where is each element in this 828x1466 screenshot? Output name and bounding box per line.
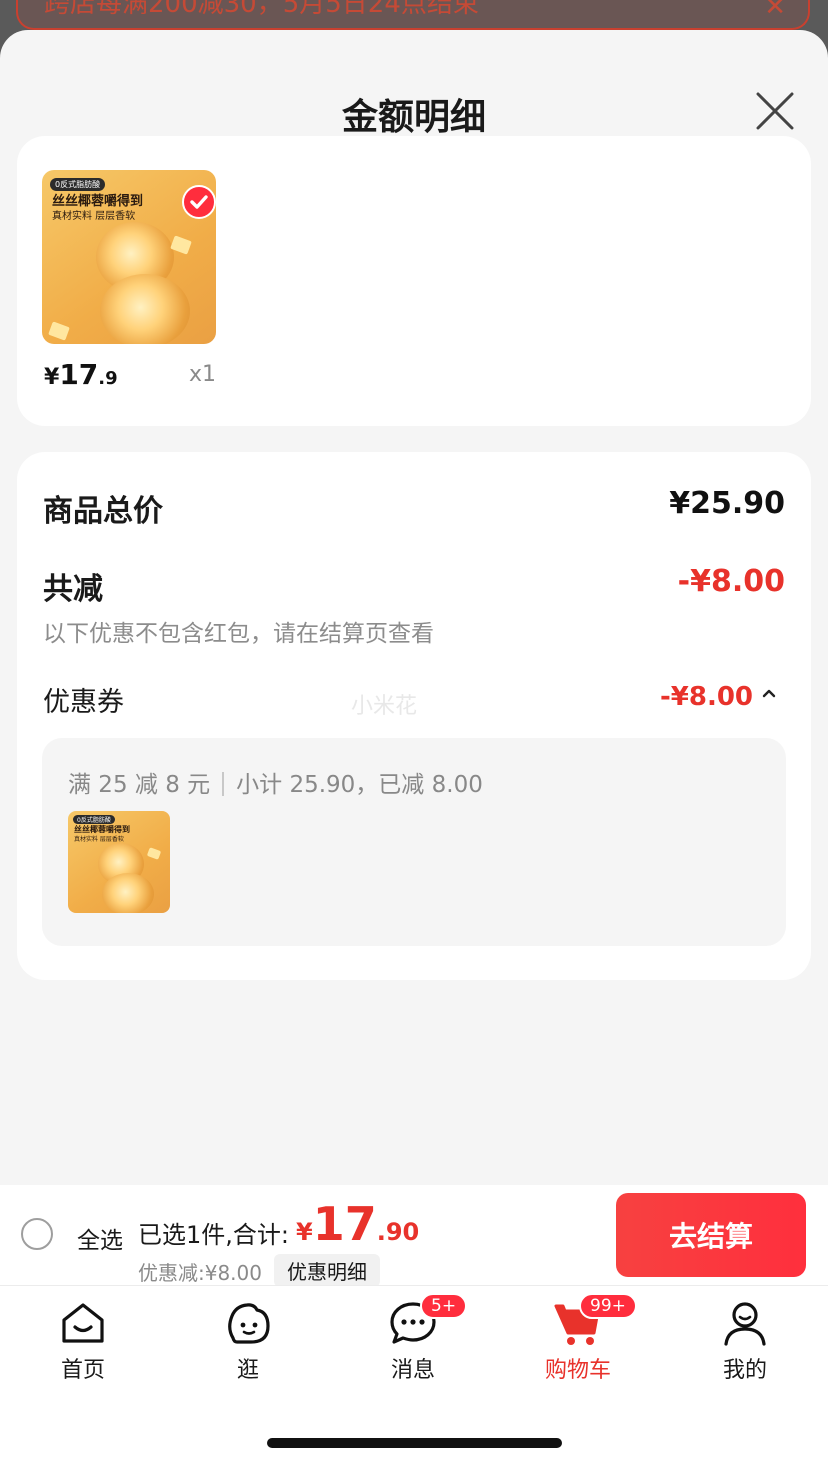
total-price-label: 商品总价 bbox=[43, 494, 163, 529]
checkout-button[interactable]: 去结算 bbox=[616, 1193, 806, 1277]
coupon-product-image[interactable]: 0反式脂肪酸 丝丝椰蓉嚼得到 真材实料 层层香软 bbox=[68, 811, 170, 913]
tab-stroll-label: 逛 bbox=[236, 1358, 259, 1383]
coupon-value[interactable]: -¥8.00 bbox=[660, 682, 753, 712]
tab-home[interactable]: 首页 bbox=[28, 1298, 138, 1384]
coupon-subtotal: 小计 25.90，已减 8.00 bbox=[236, 772, 483, 798]
home-icon bbox=[62, 1303, 104, 1343]
promo-banner-text: 跨店每满200减30，5月5日24点结束 bbox=[44, 0, 479, 19]
total-price-value: ¥25.90 bbox=[669, 486, 785, 521]
coupon-label: 优惠券 bbox=[43, 687, 124, 718]
reduction-note: 以下优惠不包含红包，请在结算页查看 bbox=[43, 621, 434, 647]
discount-amount: 优惠减:¥8.00 bbox=[138, 1261, 262, 1285]
stroll-icon bbox=[228, 1303, 270, 1344]
checkout-bar: 全选 已选1件,合计: ¥17.90 优惠减:¥8.00 优惠明细 去结算 bbox=[0, 1185, 828, 1287]
divider bbox=[222, 772, 225, 796]
product-image-subtitle: 真材实料 层层香软 bbox=[52, 211, 136, 222]
sheet-title: 金额明细 bbox=[341, 97, 486, 138]
price-breakdown-card: 商品总价 ¥25.90 共减 -¥8.00 以下优惠不包含红包，请在结算页查看 … bbox=[17, 452, 811, 980]
chevron-up-icon[interactable] bbox=[759, 684, 779, 704]
bread-roll bbox=[102, 873, 154, 913]
discount-detail-button[interactable]: 优惠明细 bbox=[274, 1254, 380, 1287]
tab-cart[interactable]: 99+ 购物车 bbox=[523, 1293, 637, 1384]
total-decimal: .90 bbox=[376, 1218, 420, 1246]
product-quantity: x1 bbox=[189, 362, 217, 387]
watermark: 小米花 bbox=[351, 694, 418, 719]
total-currency: ¥ bbox=[296, 1218, 313, 1246]
close-icon bbox=[756, 92, 794, 130]
total-reduction-value: -¥8.00 bbox=[677, 564, 785, 599]
select-all-label[interactable]: 全选 bbox=[77, 1221, 123, 1255]
selection-summary: 已选1件,合计: bbox=[138, 1221, 289, 1249]
tab-stroll[interactable]: 逛 bbox=[193, 1298, 303, 1384]
price-currency: ¥ bbox=[44, 365, 60, 390]
total-reduction-label: 共减 bbox=[43, 572, 103, 607]
bread-roll bbox=[100, 274, 190, 344]
price-integer: 17 bbox=[59, 358, 99, 391]
coupon-rule: 满 25 减 8 元 bbox=[68, 772, 211, 798]
cheese-wedge bbox=[146, 847, 162, 860]
tab-cart-label: 购物车 bbox=[544, 1358, 611, 1383]
coupon-detail-text: 满 25 减 8 元小计 25.90，已减 8.00 bbox=[68, 765, 483, 799]
price-decimal: .9 bbox=[98, 368, 118, 389]
product-image[interactable]: 0反式脂肪酸 丝丝椰蓉嚼得到 真材实料 层层香软 bbox=[42, 170, 216, 344]
product-card: 0反式脂肪酸 丝丝椰蓉嚼得到 真材实料 层层香软 ¥17.9 x1 bbox=[17, 136, 811, 426]
cheese-wedge bbox=[48, 321, 70, 341]
promo-banner[interactable]: 跨店每满200减30，5月5日24点结束 ✕ bbox=[16, 0, 810, 30]
profile-icon bbox=[724, 1302, 766, 1346]
tab-messages-label: 消息 bbox=[390, 1358, 435, 1383]
tab-profile-label: 我的 bbox=[722, 1358, 767, 1383]
messages-badge: 5+ bbox=[420, 1293, 468, 1319]
select-all-radio[interactable] bbox=[21, 1218, 53, 1250]
product-image-subtitle: 真材实料 层层香软 bbox=[74, 836, 124, 843]
close-button[interactable] bbox=[752, 88, 798, 134]
checkout-total: ¥17.90 bbox=[296, 1197, 419, 1251]
home-indicator bbox=[267, 1438, 562, 1448]
tab-profile[interactable]: 我的 bbox=[690, 1298, 800, 1384]
selected-check-icon[interactable] bbox=[182, 185, 216, 219]
tab-messages[interactable]: 5+ 消息 bbox=[358, 1293, 468, 1384]
total-integer: 17 bbox=[312, 1197, 377, 1251]
tab-home-label: 首页 bbox=[60, 1358, 105, 1383]
coupon-detail-box: 满 25 减 8 元小计 25.90，已减 8.00 0反式脂肪酸 丝丝椰蓉嚼得… bbox=[42, 738, 786, 946]
product-tag: 0反式脂肪酸 bbox=[73, 815, 115, 824]
product-price: ¥17.9 bbox=[44, 358, 118, 391]
banner-close-icon[interactable]: ✕ bbox=[764, 0, 786, 22]
cart-badge: 99+ bbox=[579, 1293, 637, 1319]
